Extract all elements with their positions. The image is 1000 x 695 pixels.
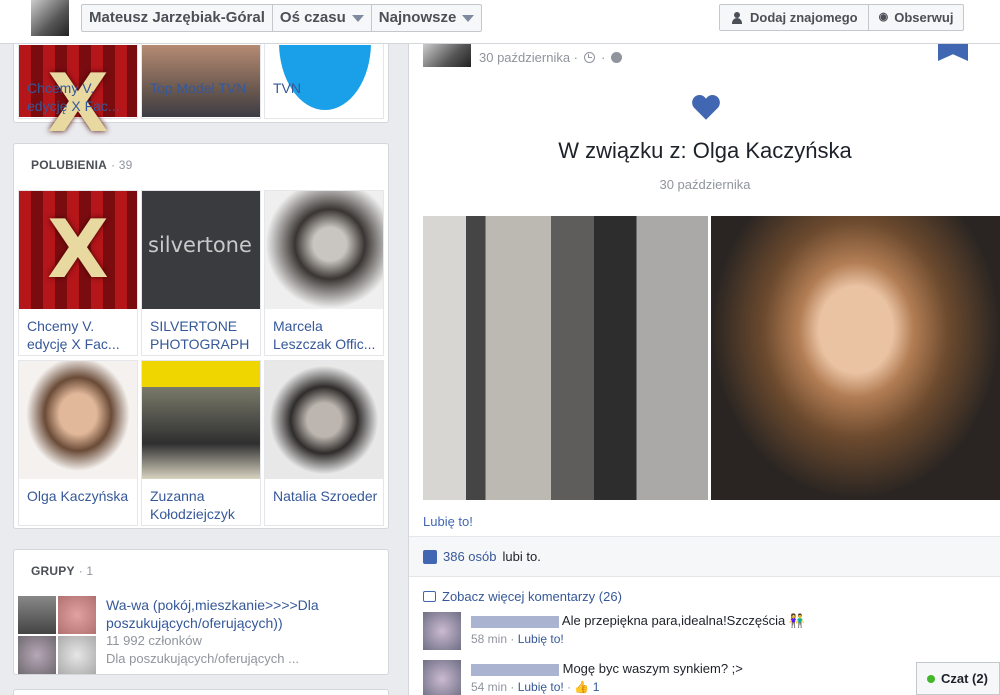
like-button[interactable]: Lubię to! [423,514,473,529]
bookmark-icon [938,44,968,61]
group-description: Dla poszukujących/oferujących ... [106,651,299,666]
chevron-down-icon [351,14,364,22]
breadcrumb: Mateusz Jarzębiak-Góral Oś czasu Najnows… [81,4,483,32]
tile-caption: Olga Kaczyńska [27,488,129,504]
likes-header[interactable]: POLUBIENIA · 39 [14,144,388,186]
globe-icon [611,52,623,63]
group-thumbnail [18,596,96,674]
chevron-down-icon [462,14,475,22]
add-friend-button[interactable]: Dodaj znajomego [720,5,868,30]
profile-name-link[interactable]: Mateusz Jarzębiak-Góral [82,5,273,31]
timeline-post: 30 października · · W związku z: Olga Kac… [408,44,1000,695]
top-bar: Mateusz Jarzębiak-Góral Oś czasu Najnows… [0,0,1000,44]
next-panel [13,689,389,695]
online-dot-icon [927,674,935,683]
comment-text: Mogę byc waszym synkiem? ;> [562,661,743,676]
add-friend-icon [730,11,744,24]
chat-button[interactable]: Czat (2) [916,662,1000,695]
like-tile[interactable]: Zuzanna Kołodziejczyk [141,360,261,526]
comment-likes[interactable]: 👍 1 [574,680,599,694]
tile-caption: SILVERTONE PHOTOGRAPH [150,318,250,352]
tile-caption: Marcela Leszczak Offic... [273,318,376,352]
like-tile[interactable]: Olga Kaczyńska [18,360,138,526]
group-item[interactable]: Wa-wa (pokój,mieszkanie>>>>Dla poszukują… [18,596,346,674]
page-thumbnail [265,191,383,309]
post-author-avatar[interactable] [423,44,471,67]
tile-caption: Chcemy V. edycję X Fac... [27,318,120,352]
like-tile[interactable]: SILVERTONE PHOTOGRAPH [141,190,261,356]
tile-caption: Top Model TVN [150,80,247,96]
likes-count-link[interactable]: 386 osób [443,549,497,564]
event-date: 30 października [659,177,751,192]
comment-time[interactable]: 54 min [471,680,507,694]
tile-caption: Zuzanna Kołodziejczyk [150,488,235,522]
commenter-avatar[interactable] [423,612,461,650]
comment-time[interactable]: 58 min [471,632,507,646]
page-thumbnail [265,361,383,479]
groups-panel: GRUPY · 1 Wa-wa (pokój,mieszkanie>>>>Dla … [13,549,389,675]
heart-icon [692,94,720,120]
post-timestamp[interactable]: 30 października · · [479,50,623,65]
page-thumbnail [142,191,260,309]
post-photo[interactable] [711,216,1000,500]
likes-panel: POLUBIENIA· 39 Chcemy V. edycję X Fac...… [13,143,389,529]
comment: Ale przepiękna para,idealna!Szczęścia 👫 … [423,612,805,650]
likes-summary: 386 osób lubi to. [409,536,1000,577]
like-tile[interactable]: Natalia Szroeder [264,360,384,526]
comment-like-button[interactable]: Lubię to! [518,680,564,694]
clock-icon [584,52,595,63]
follow-button[interactable]: ◉ Obserwuj [867,5,964,30]
emoji-icon: 👫 [788,613,806,628]
profile-actions: Dodaj znajomego ◉ Obserwuj [719,4,965,31]
comment-like-button[interactable]: Lubię to! [518,632,564,646]
commenter-name-redacted[interactable] [471,615,559,628]
comment-icon [423,591,436,602]
like-tile[interactable]: Marcela Leszczak Offic... [264,190,384,356]
like-tile[interactable]: Chcemy V. edycję X Fac... [18,190,138,356]
commenter-name-redacted[interactable] [471,663,559,676]
page-thumbnail [142,361,260,479]
timeline-dropdown[interactable]: Oś czasu [273,5,372,31]
rss-icon: ◉ [878,11,889,23]
group-members: 11 992 członków [106,633,202,648]
post-photo[interactable] [423,216,708,500]
tile-caption: TVN [273,80,301,96]
page-thumbnail [19,361,137,479]
view-more-comments-link[interactable]: Zobacz więcej komentarzy (26) [423,589,622,604]
sort-dropdown[interactable]: Najnowsze [372,5,482,31]
thumbs-up-icon [423,549,437,564]
likes-suffix: lubi to. [502,549,541,564]
profile-avatar[interactable] [31,0,69,36]
commenter-avatar[interactable] [423,660,461,695]
likes-strip-panel: Chcemy V. edycję X Fac... Top Model TVN … [13,0,389,150]
groups-header[interactable]: GRUPY · 1 [14,550,388,592]
group-name[interactable]: Wa-wa (pokój,mieszkanie>>>>Dla poszukują… [106,596,346,632]
page-thumbnail [19,191,137,309]
tile-caption: Chcemy V. edycję X Fac... [27,80,120,114]
comment-text: Ale przepiękna para,idealna!Szczęścia [561,613,786,628]
comment: Mogę byc waszym synkiem? ;> 54 min · Lub… [423,660,743,695]
tile-caption: Natalia Szroeder [273,488,378,504]
relationship-title: W związku z: Olga Kaczyńska [558,138,852,163]
